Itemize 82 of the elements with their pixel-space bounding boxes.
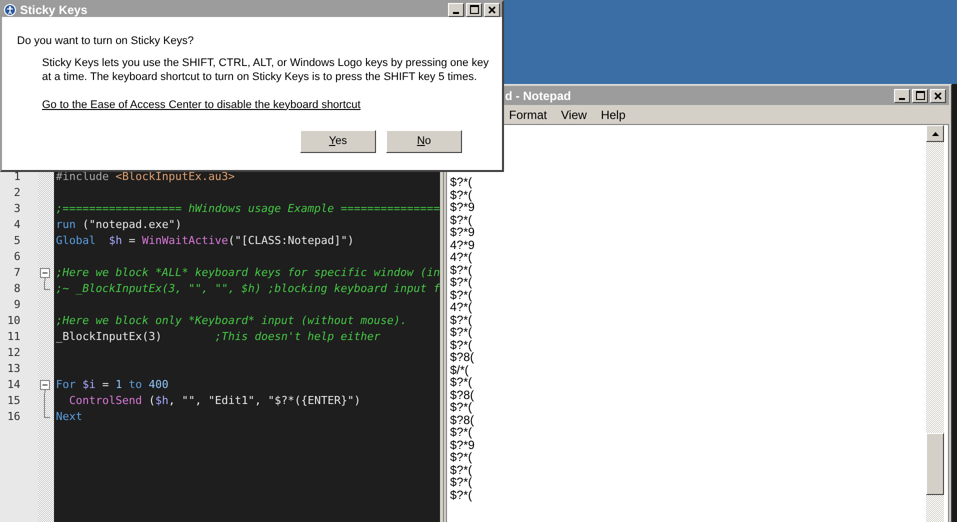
text-line: $?*(: [450, 401, 472, 414]
close-icon: [934, 92, 942, 100]
dialog-button[interactable]: Yes: [300, 130, 376, 153]
text-line: $?*(: [450, 426, 472, 438]
minimize-icon: [453, 12, 459, 14]
line-number: 2: [14, 184, 20, 201]
menu-item[interactable]: Help: [600, 106, 626, 124]
text-line: $?*(: [450, 276, 472, 288]
minimize-button[interactable]: [448, 2, 464, 16]
description-text: Sticky Keys lets you use the SHIFT, CTRL, ALT, or Windows Logo keys by pressing one key at a time. The keyboard shortcut to turn on Sticky Keys is to press the SHIFT key 5 times.: [42, 56, 490, 84]
text-line: $/*(: [450, 364, 469, 376]
text-line: $?*(: [450, 376, 472, 388]
question-text: Do you want to turn on Sticky Keys?: [17, 34, 194, 49]
close-button[interactable]: [484, 2, 500, 16]
text-line: $?8(: [450, 414, 474, 426]
text-line: $?8(: [450, 388, 474, 401]
text-line: 4?*(: [450, 301, 472, 314]
text-line: $?*(: [450, 338, 472, 351]
text-line: $?*9: [450, 438, 475, 451]
text-line: $?*(: [450, 314, 472, 326]
dialog-button[interactable]: No: [386, 130, 462, 153]
text-line: $?*(: [450, 214, 472, 226]
line-number: 7: [14, 264, 20, 281]
text-line: 4?*(: [450, 251, 472, 264]
maximize-button[interactable]: [912, 88, 928, 102]
text-line: $?*(: [450, 326, 472, 338]
text-line: $?*(: [450, 288, 472, 301]
code-line: For $i = 1 to 400: [56, 376, 169, 393]
menu-item[interactable]: Format: [509, 106, 548, 124]
maximize-button[interactable]: [466, 2, 482, 16]
text-line: $?*(: [450, 488, 472, 501]
maximize-icon: [470, 5, 478, 14]
minimize-button[interactable]: [894, 88, 910, 102]
accessibility-icon: [4, 4, 16, 16]
scrollbar[interactable]: [926, 125, 944, 522]
ease-of-access-link[interactable]: Go to the Ease of Access Center to disable the keyboard shortcut: [42, 96, 361, 113]
line-number: 1: [14, 168, 20, 185]
code-line: ;Here we block only *Keyboard* input (without mouse).: [56, 312, 407, 329]
line-number: 15: [7, 392, 20, 409]
window-title: d - Notepad: [504, 88, 571, 104]
line-number: 6: [14, 248, 20, 265]
text-line: $?*(: [450, 176, 472, 188]
line-number: 8: [14, 280, 20, 297]
code-line: #include <BlockInputEx.au3>: [56, 168, 235, 185]
line-number: 11: [7, 328, 20, 345]
text-line: $?*(: [450, 464, 472, 476]
line-number: 16: [7, 408, 20, 425]
line-number: 4: [14, 216, 20, 233]
collapse-icon[interactable]: [40, 380, 50, 393]
close-icon: [488, 6, 496, 14]
collapse-icon[interactable]: [40, 268, 50, 281]
line-number: 13: [7, 360, 20, 377]
text-line: $?*(: [450, 264, 472, 276]
line-number: 12: [7, 344, 20, 361]
text-line: $?*(: [450, 476, 472, 488]
code-line: _BlockInputEx(3) ;This doesn't help either: [56, 328, 380, 345]
code-line: ;~ _BlockInputEx(3, "", "", $h) ;blocking keyboard input f: [56, 280, 440, 297]
code-line: ControlSend ($h, "", "Edit1", "$?*({ENTER}"): [68, 392, 361, 409]
line-number: 10: [7, 312, 20, 329]
text-line: $?*9: [450, 226, 475, 238]
line-number: 14: [7, 376, 20, 393]
scroll-up-button[interactable]: [926, 125, 944, 142]
line-number: 5: [14, 232, 20, 249]
close-button[interactable]: [930, 88, 946, 102]
scroll-thumb[interactable]: [926, 433, 944, 495]
maximize-icon: [916, 91, 924, 100]
text-line: $?8(: [450, 351, 474, 364]
code-line: Next: [56, 408, 82, 425]
text-line: $?*9: [450, 201, 475, 214]
code-line: ;================== hWindows usage Example ===============: [56, 200, 440, 217]
dialog-title: Sticky Keys: [20, 2, 88, 18]
menu-item[interactable]: View: [561, 106, 587, 124]
code-line: run ("notepad.exe"): [56, 216, 182, 233]
code-line: ;Here we block *ALL* keyboard keys for specific window (in: [56, 264, 440, 281]
minimize-icon: [899, 98, 905, 100]
text-line: 4?*9: [450, 238, 475, 251]
line-number: 9: [14, 296, 20, 313]
text-line: $?*(: [450, 188, 472, 201]
line-number: 3: [14, 200, 20, 217]
up-arrow-icon: [932, 132, 938, 136]
code-line: Global $h = WinWaitActive("[CLASS:Notepad]"): [56, 232, 354, 249]
text-line: $?*(: [450, 451, 472, 464]
